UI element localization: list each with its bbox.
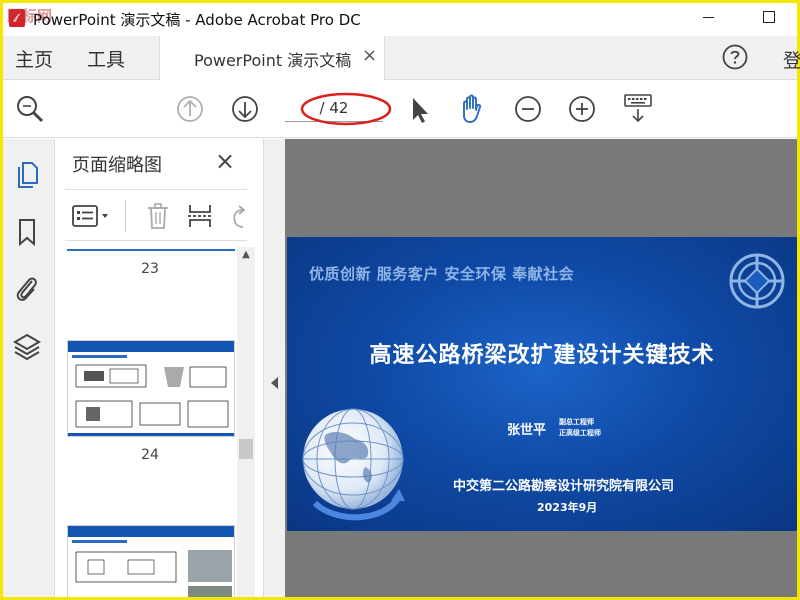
- collapse-panel-arrow-icon[interactable]: [271, 377, 278, 389]
- bookmark-icon[interactable]: [13, 217, 41, 247]
- thumbnail-scrollbar[interactable]: ▲: [237, 247, 255, 597]
- prev-page-icon[interactable]: [173, 92, 207, 126]
- hand-tool-icon[interactable]: [455, 92, 489, 126]
- next-page-icon[interactable]: [228, 92, 262, 126]
- panel-title: 页面缩略图: [72, 155, 162, 176]
- document-view[interactable]: 优质创新 服务客户 安全环保 奉献社会 高速公路桥梁改扩建设计关键技术 张世平 …: [285, 139, 797, 597]
- left-navigation-rail: [3, 139, 55, 597]
- page-thumbnail[interactable]: [67, 340, 235, 437]
- login-label[interactable]: 登: [783, 46, 800, 73]
- minimize-button[interactable]: [703, 17, 714, 18]
- select-cursor-icon[interactable]: [401, 92, 435, 126]
- panel-collapse-strip: [263, 139, 285, 597]
- attachment-icon[interactable]: [13, 273, 41, 303]
- maximize-button[interactable]: [763, 11, 775, 23]
- company-logo: [729, 253, 785, 309]
- help-icon[interactable]: [721, 43, 749, 71]
- panel-close-button[interactable]: ×: [215, 147, 235, 175]
- keyboard-down-icon[interactable]: [621, 92, 655, 126]
- window-title: PowerPoint 演示文稿 - Adobe Acrobat Pro DC: [33, 11, 361, 29]
- presenter-title-2: 正高级工程师: [559, 429, 601, 437]
- menu-bar: 主页 工具 PowerPoint 演示文稿 × 登: [3, 36, 800, 80]
- thumbnail-page-number: 24: [141, 447, 159, 463]
- toolbar-divider: [125, 200, 126, 232]
- toolbar: / 42: [3, 80, 797, 138]
- thumbnail-separator: [67, 249, 235, 251]
- thumbnail-list: 23 24: [65, 247, 237, 597]
- menu-tools[interactable]: 工具: [87, 45, 125, 72]
- menu-home[interactable]: 主页: [15, 45, 53, 72]
- document-tab-close-button[interactable]: ×: [362, 45, 377, 66]
- page-thumbnail[interactable]: [67, 525, 235, 597]
- rotate-icon[interactable]: [227, 202, 249, 230]
- page-number-field[interactable]: / 42: [285, 94, 383, 122]
- thumbnail-content: [68, 526, 234, 597]
- page-thumbnails-icon[interactable]: [13, 159, 41, 189]
- zoom-out-icon[interactable]: [511, 92, 545, 126]
- scroll-up-arrow-icon[interactable]: ▲: [237, 249, 255, 263]
- slide-title: 高速公路桥梁改扩建设计关键技术: [369, 343, 715, 368]
- thumbnail-page-number: 23: [141, 261, 159, 277]
- title-bar: 图标网 PowerPoint 演示文稿 - Adobe Acrobat Pro …: [3, 3, 797, 33]
- slide-date: 2023年9月: [537, 501, 598, 514]
- presenter-name: 张世平: [507, 423, 547, 438]
- zoom-in-icon[interactable]: [565, 92, 599, 126]
- panel-toolbar: [65, 189, 247, 241]
- trash-icon[interactable]: [145, 202, 171, 230]
- globe-graphic: [302, 408, 405, 521]
- extract-pages-icon[interactable]: [187, 202, 213, 230]
- organization-name: 中交第二公路勘察设计研究院有限公司: [453, 479, 675, 494]
- layers-icon[interactable]: [13, 331, 41, 361]
- document-tab-label: PowerPoint 演示文稿: [194, 51, 352, 70]
- pdf-page: 优质创新 服务客户 安全环保 奉献社会 高速公路桥梁改扩建设计关键技术 张世平 …: [287, 237, 797, 531]
- thumbnail-options-icon[interactable]: [71, 204, 111, 228]
- slide-slogan: 优质创新 服务客户 安全环保 奉献社会: [309, 265, 575, 283]
- thumbnail-content: [68, 341, 234, 436]
- presenter-title-1: 副总工程师: [559, 418, 594, 426]
- zoom-search-icon[interactable]: [13, 92, 47, 126]
- document-tab[interactable]: PowerPoint 演示文稿 ×: [159, 36, 385, 80]
- scrollbar-thumb[interactable]: [239, 439, 253, 459]
- thumbnail-panel: 页面缩略图 × 23 24 ▲: [55, 139, 263, 597]
